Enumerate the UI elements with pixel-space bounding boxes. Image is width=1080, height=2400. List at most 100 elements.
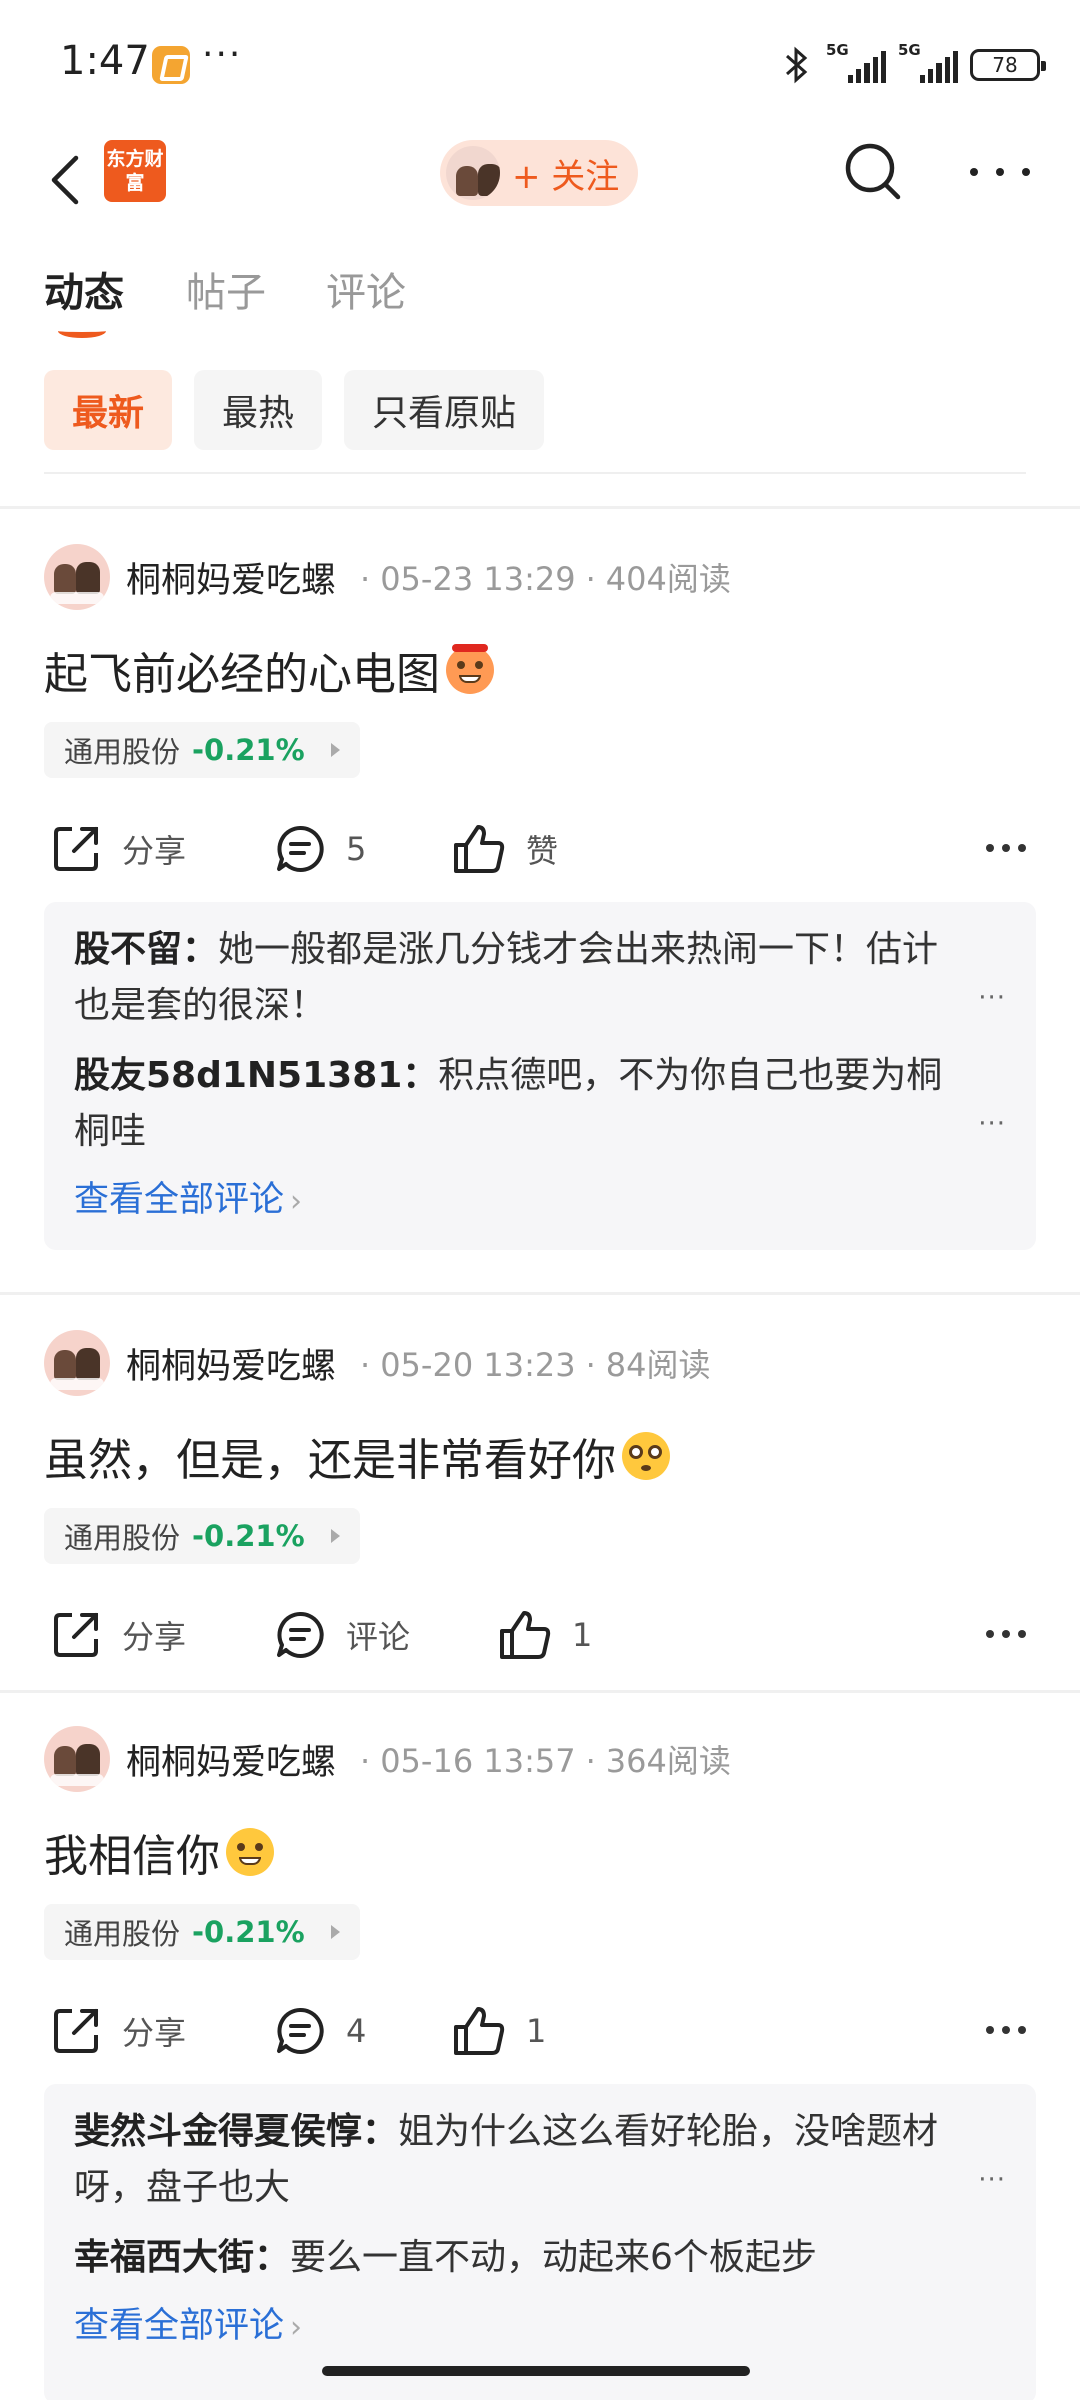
comment-preview[interactable]: 斐然斗金得夏侯惇：姐为什么这么看好轮胎，没啥题材呀，盘子也大 ··· 幸福西大街：… xyxy=(44,2084,1036,2400)
tab-bar: 动态 帖子 评论 xyxy=(0,260,1080,340)
signal-label-2: 5G xyxy=(898,41,921,59)
ellipsis-icon[interactable]: ··· xyxy=(978,2152,1006,2208)
avatar[interactable] xyxy=(44,1330,110,1396)
comment-item[interactable]: 股不留：她一般都是涨几分钱才会出来热闹一下！估计也是套的很深！ ··· xyxy=(74,922,1006,1034)
tab-comments[interactable]: 评论 xyxy=(326,260,406,318)
divider xyxy=(44,472,1026,474)
more-icon[interactable] xyxy=(986,2026,1026,2036)
more-icon[interactable] xyxy=(986,844,1026,854)
dizzy-emoji-icon xyxy=(622,1432,670,1480)
filter-latest[interactable]: 最新 xyxy=(44,370,173,450)
grin-emoji-icon xyxy=(226,1828,274,1876)
view-all-comments-link[interactable]: 查看全部评论 › xyxy=(74,1174,1006,1250)
comment-item[interactable]: 幸福西大街：要么一直不动，动起来6个板起步 xyxy=(74,2230,1006,2286)
filter-chips: 最新 最热 只看原贴 xyxy=(44,370,545,452)
post-text[interactable]: 我相信你 xyxy=(44,1820,274,1884)
post-body: 起飞前必经的心电图 xyxy=(44,649,440,700)
comment-button[interactable]: 4 xyxy=(274,1996,366,2066)
comment-item[interactable]: 股友58d1N51381：积点德吧，不为你自己也要为桐桐哇 ··· xyxy=(74,1048,1006,1160)
author-name[interactable]: 桐桐妈爱吃螺 xyxy=(126,552,336,603)
stock-tag[interactable]: 通用股份 -0.21% xyxy=(44,1508,360,1564)
home-indicator[interactable] xyxy=(322,2366,750,2376)
more-icon[interactable] xyxy=(986,1630,1026,1640)
post-body: 虽然，但是，还是非常看好你 xyxy=(44,1435,616,1486)
comment-button[interactable]: 评论 xyxy=(274,1600,410,1670)
stock-tag[interactable]: 通用股份 -0.21% xyxy=(44,1904,360,1960)
stock-name: 通用股份 xyxy=(64,1917,181,1951)
comment-icon xyxy=(277,825,324,872)
ellipsis-icon[interactable]: ··· xyxy=(978,1096,1006,1152)
comment-count: 5 xyxy=(346,830,367,868)
divider xyxy=(0,1292,1080,1295)
post-reads: 404阅读 xyxy=(605,560,731,598)
like-button[interactable]: 1 xyxy=(498,1600,592,1670)
avatar[interactable] xyxy=(44,544,110,610)
post-actions: 分享 评论 1 xyxy=(0,1600,1080,1670)
comment-icon xyxy=(277,1611,324,1658)
like-label: 赞 xyxy=(526,832,559,870)
divider xyxy=(0,506,1080,509)
stock-change: -0.21% xyxy=(192,733,305,767)
view-all-comments-link[interactable]: 查看全部评论 › xyxy=(74,2300,1006,2376)
avatar[interactable] xyxy=(44,1726,110,1792)
share-label: 分享 xyxy=(122,2014,187,2052)
comment-text: 要么一直不动，动起来6个板起步 xyxy=(290,2237,817,2278)
author-name[interactable]: 桐桐妈爱吃螺 xyxy=(126,1338,336,1389)
post-date: 05-20 13:23 xyxy=(380,1346,576,1384)
post-header: 桐桐妈爱吃螺 · 05-23 13:29 · 404阅读 xyxy=(44,542,731,612)
app-notification-icon xyxy=(152,46,190,84)
brand-logo: 东方财富 xyxy=(104,140,166,202)
status-more-icon: ··· xyxy=(202,34,243,75)
post-text[interactable]: 起飞前必经的心电图 xyxy=(44,638,494,702)
share-button[interactable]: 分享 xyxy=(50,1600,186,1670)
more-icon[interactable] xyxy=(970,150,1030,194)
like-button[interactable]: 1 xyxy=(452,1996,546,2066)
follow-button[interactable]: + 关注 xyxy=(440,140,638,206)
post-reads: 84阅读 xyxy=(605,1346,711,1384)
stock-name: 通用股份 xyxy=(64,735,181,769)
author-name[interactable]: 桐桐妈爱吃螺 xyxy=(126,1734,336,1785)
share-icon xyxy=(54,2009,98,2053)
stock-change: -0.21% xyxy=(192,1519,305,1553)
comment-count: 4 xyxy=(346,2012,367,2050)
post-body: 我相信你 xyxy=(44,1831,220,1882)
search-button[interactable] xyxy=(842,140,906,204)
comment-user[interactable]: 幸福西大街： xyxy=(74,2237,290,2278)
post-date: 05-23 13:29 xyxy=(380,560,576,598)
comment-user[interactable]: 股不留： xyxy=(74,929,218,970)
share-button[interactable]: 分享 xyxy=(50,1996,186,2066)
status-time: 1:47 xyxy=(60,38,150,84)
post-date: 05-16 13:57 xyxy=(380,1742,576,1780)
view-all-label: 查看全部评论 xyxy=(74,1180,285,1220)
play-arrow-icon xyxy=(330,1529,340,1543)
share-icon xyxy=(54,1613,98,1657)
status-indicators: 5G 5G 78 xyxy=(780,40,1046,90)
tab-dynamic[interactable]: 动态 xyxy=(44,260,124,318)
tab-posts[interactable]: 帖子 xyxy=(186,260,266,318)
filter-hot[interactable]: 最热 xyxy=(194,370,323,450)
like-button[interactable]: 赞 xyxy=(452,814,558,884)
share-label: 分享 xyxy=(122,832,187,870)
comment-user[interactable]: 股友58d1N51381： xyxy=(74,1055,438,1096)
filter-original-only[interactable]: 只看原贴 xyxy=(344,370,545,450)
stock-tag[interactable]: 通用股份 -0.21% xyxy=(44,722,360,778)
comment-user[interactable]: 斐然斗金得夏侯惇： xyxy=(74,2111,398,2152)
nav-bar: 东方财富 + 关注 xyxy=(0,130,1080,230)
post-text[interactable]: 虽然，但是，还是非常看好你 xyxy=(44,1424,670,1488)
avatar xyxy=(446,146,500,200)
share-button[interactable]: 分享 xyxy=(50,814,186,884)
share-label: 分享 xyxy=(122,1618,187,1656)
signal-icon-1: 5G xyxy=(826,41,887,83)
signal-label-1: 5G xyxy=(826,41,849,59)
post-meta: · 05-16 13:57 · 364阅读 xyxy=(360,1742,731,1780)
follow-label: + 关注 xyxy=(512,156,620,197)
back-button[interactable] xyxy=(40,150,100,210)
bluetooth-icon xyxy=(786,46,808,84)
comment-button[interactable]: 5 xyxy=(274,814,366,884)
play-arrow-icon xyxy=(330,1925,340,1939)
comment-item[interactable]: 斐然斗金得夏侯惇：姐为什么这么看好轮胎，没啥题材呀，盘子也大 ··· xyxy=(74,2104,1006,2216)
ellipsis-icon[interactable]: ··· xyxy=(978,970,1006,1026)
like-count: 1 xyxy=(526,2012,547,2050)
comment-preview[interactable]: 股不留：她一般都是涨几分钱才会出来热闹一下！估计也是套的很深！ ··· 股友58d… xyxy=(44,902,1036,1250)
post-actions: 分享 5 赞 xyxy=(0,814,1080,884)
